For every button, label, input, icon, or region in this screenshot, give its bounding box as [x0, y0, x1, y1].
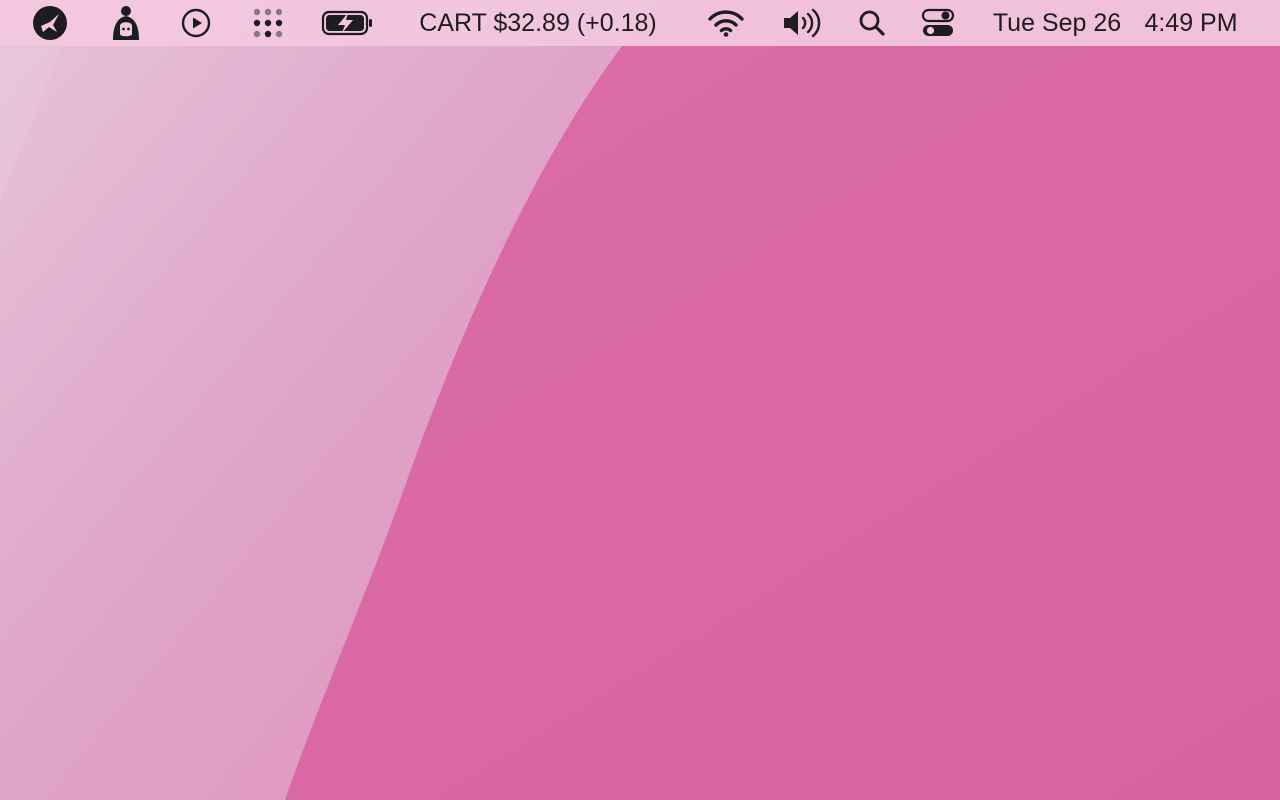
date-text: Tue Sep 26: [992, 9, 1122, 37]
control-center-icon[interactable]: [920, 0, 956, 46]
character-mascot-icon[interactable]: [104, 0, 148, 46]
time-label[interactable]: 4:49 PM: [1134, 0, 1248, 46]
wallpaper: [0, 0, 1280, 800]
bird-logo-icon[interactable]: [30, 0, 70, 46]
stock-ticker-text: CART $32.89 (+0.18): [419, 9, 657, 37]
volume-icon[interactable]: [780, 0, 824, 46]
menu-bar: CART $32.89 (+0.18) Tue Sep 26 4:49 PM: [0, 0, 1280, 46]
dots-grid-icon[interactable]: [248, 0, 288, 46]
time-text: 4:49 PM: [1144, 9, 1238, 37]
search-icon[interactable]: [856, 0, 888, 46]
stock-ticker[interactable]: CART $32.89 (+0.18): [404, 0, 672, 46]
battery-charging-icon[interactable]: [320, 0, 374, 46]
desktop: CART $32.89 (+0.18) Tue Sep 26 4:49 PM: [0, 0, 1280, 800]
wifi-icon[interactable]: [706, 0, 746, 46]
play-circle-icon[interactable]: [180, 0, 212, 46]
date-label[interactable]: Tue Sep 26: [982, 0, 1132, 46]
